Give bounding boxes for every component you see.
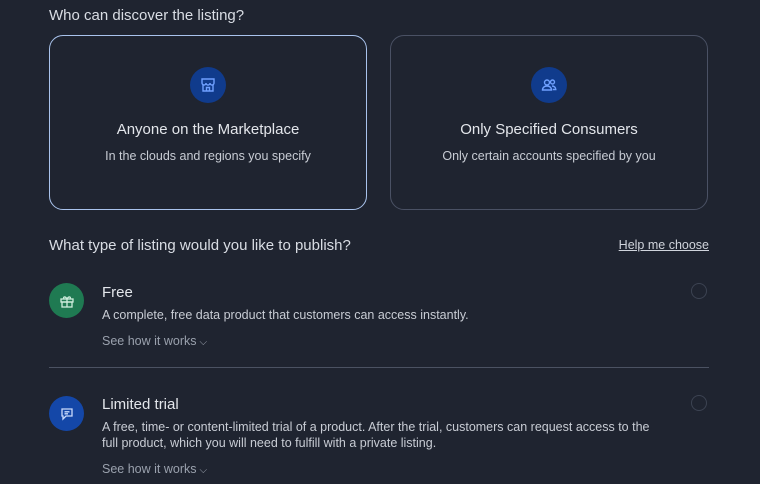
- discover-option-anyone[interactable]: Anyone on the Marketplace In the clouds …: [49, 35, 367, 210]
- see-how-it-works-link[interactable]: See how it works ⌵: [102, 462, 207, 476]
- listing-option-free-title: Free: [102, 284, 133, 301]
- storefront-icon: [190, 67, 226, 103]
- discover-option-title: Only Specified Consumers: [460, 121, 638, 138]
- listing-option-trial-radio[interactable]: [691, 395, 707, 411]
- listing-option-free-desc: A complete, free data product that custo…: [102, 308, 469, 322]
- discover-option-specified[interactable]: Only Specified Consumers Only certain ac…: [390, 35, 708, 210]
- chevron-down-icon: ⌵: [199, 465, 208, 476]
- see-how-it-works-link[interactable]: See how it works ⌵: [102, 334, 207, 348]
- chat-icon: [49, 396, 84, 431]
- discover-question: Who can discover the listing?: [49, 7, 245, 24]
- listing-option-trial-desc: A free, time- or content-limited trial o…: [102, 420, 650, 450]
- discover-option-desc: In the clouds and regions you specify: [105, 149, 311, 163]
- gift-icon: [49, 283, 84, 318]
- chevron-down-icon: ⌵: [199, 337, 208, 348]
- listing-option-trial-title: Limited trial: [102, 396, 179, 413]
- help-me-choose-link[interactable]: Help me choose: [619, 238, 709, 252]
- listing-option-free-radio[interactable]: [691, 283, 707, 299]
- see-how-label: See how it works: [102, 334, 197, 348]
- users-icon: [531, 67, 567, 103]
- listing-type-question: What type of listing would you like to p…: [49, 237, 351, 254]
- divider: [49, 367, 709, 368]
- discover-option-title: Anyone on the Marketplace: [116, 121, 300, 138]
- discover-option-desc: Only certain accounts specified by you: [442, 149, 656, 163]
- see-how-label: See how it works: [102, 462, 197, 476]
